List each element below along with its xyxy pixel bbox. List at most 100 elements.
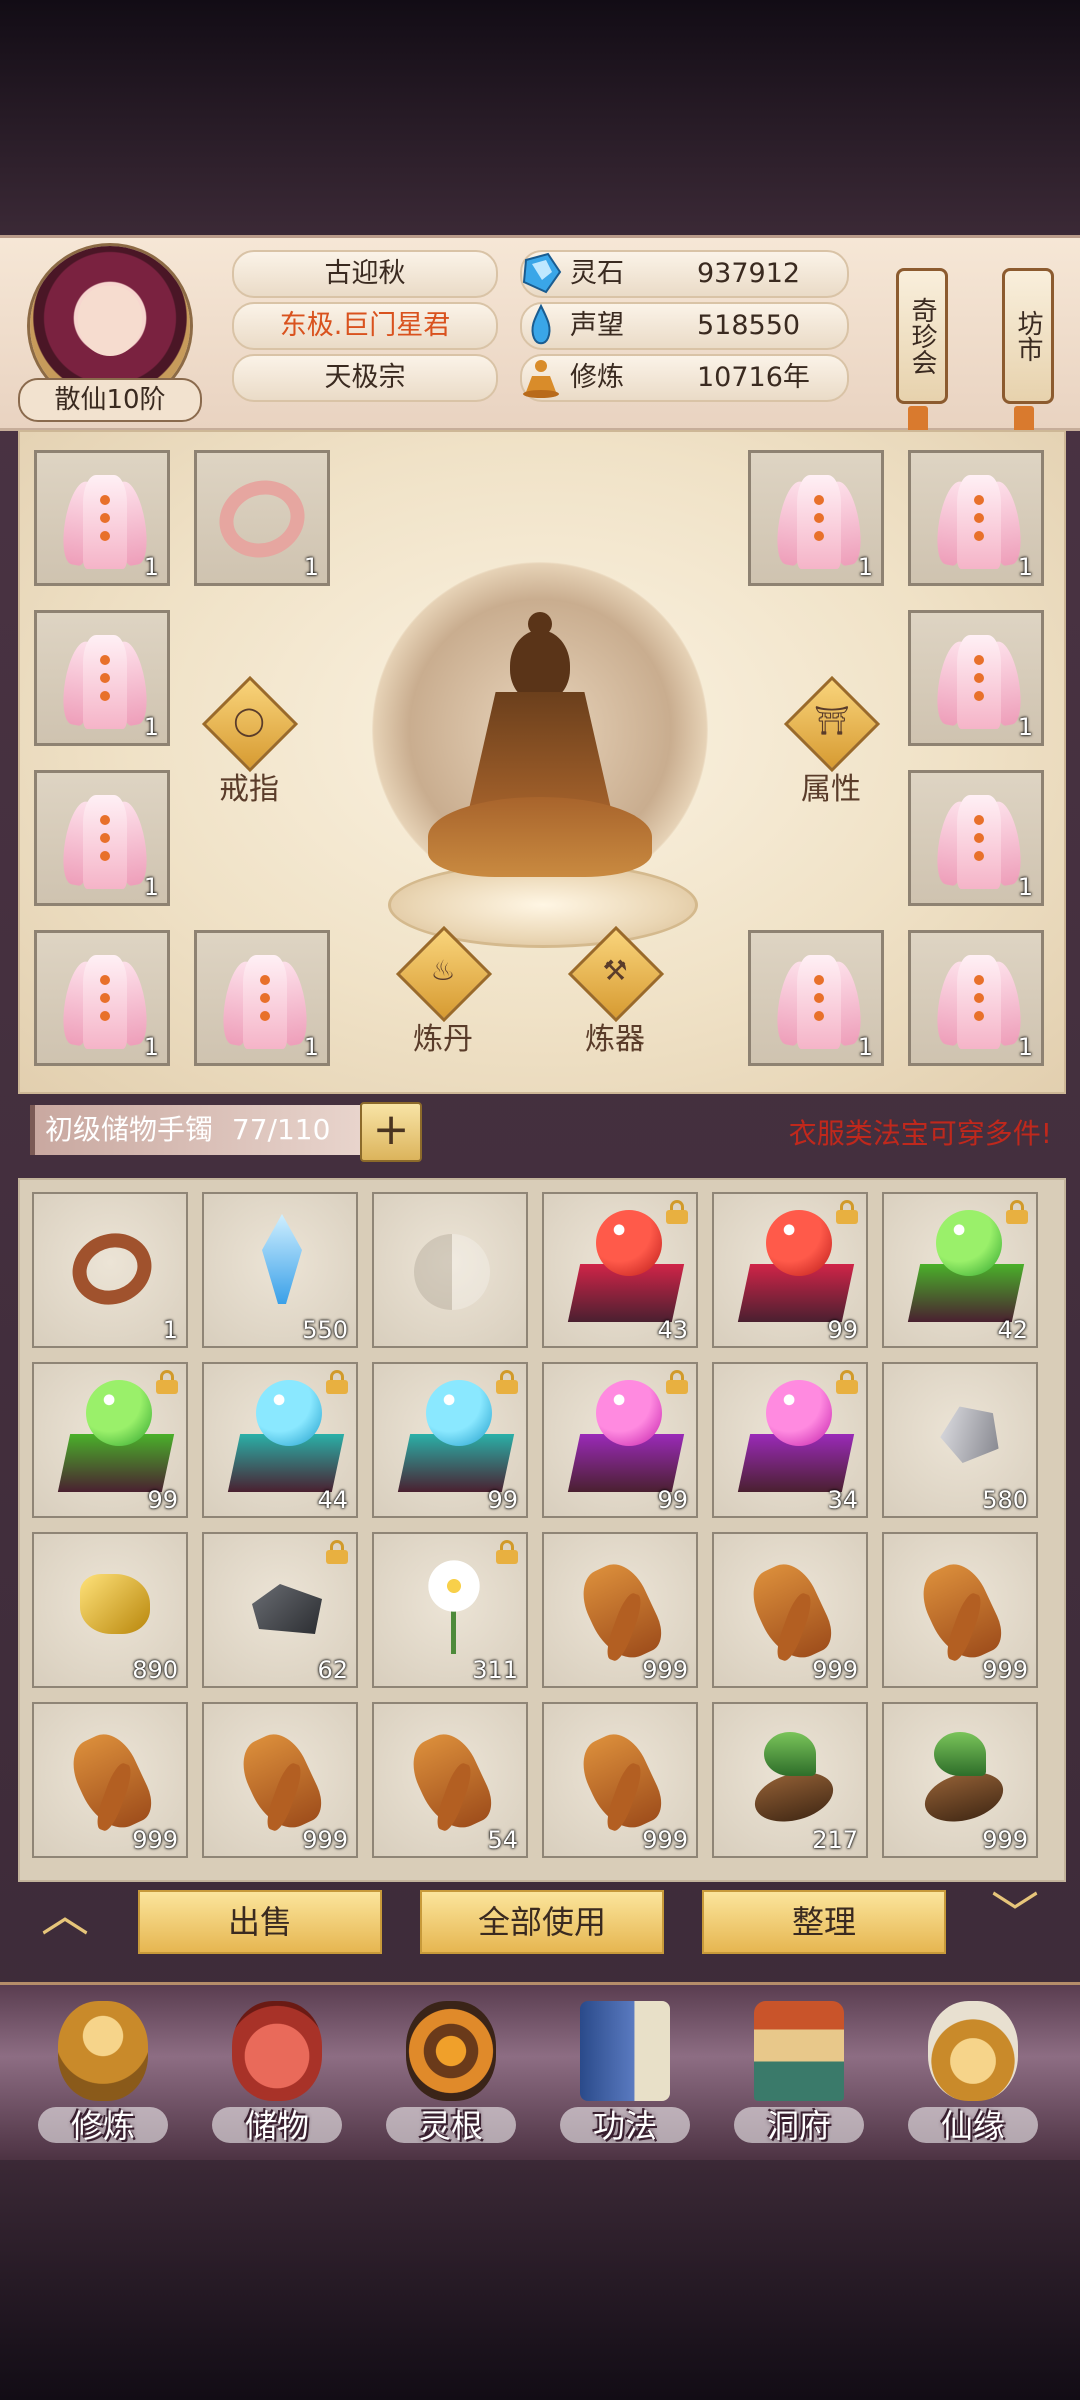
lock-icon <box>496 1370 518 1394</box>
hat-icon: ⛩ <box>814 704 850 737</box>
equip-slot[interactable]: 1 <box>908 450 1044 586</box>
expand-storage-button[interactable]: + <box>360 1102 422 1162</box>
item-count: 550 <box>302 1316 348 1344</box>
inventory-slot[interactable]: 999 <box>32 1702 188 1858</box>
forge-button-label: 炼器 <box>585 1022 645 1057</box>
player-sect[interactable]: 天极宗 <box>232 354 498 402</box>
equip-slot[interactable]: 1 <box>908 770 1044 906</box>
item-count: 44 <box>317 1486 348 1514</box>
inventory-slot[interactable]: 999 <box>542 1702 698 1858</box>
inventory-slot[interactable]: 99 <box>542 1362 698 1518</box>
item-count: 999 <box>982 1826 1028 1854</box>
inventory-slot[interactable]: 99 <box>32 1362 188 1518</box>
ring-button-label: 戒指 <box>219 772 279 807</box>
use-all-button[interactable]: 全部使用 <box>420 1890 664 1954</box>
pink-robe-icon <box>771 947 867 1051</box>
item-count: 999 <box>982 1656 1028 1684</box>
item-count: 1 <box>162 1316 178 1344</box>
leaf-herb-icon <box>934 1732 986 1776</box>
nav-label: 储物 <box>244 2107 309 2145</box>
player-name: 古迎秋 <box>232 250 498 298</box>
spirit-root-icon <box>406 2001 496 2101</box>
pink-robe-icon <box>57 627 153 731</box>
item-count: 1 <box>303 553 319 581</box>
sort-button[interactable]: 整理 <box>702 1890 946 1954</box>
alchemy-button[interactable]: ♨ 炼丹 <box>395 925 493 1057</box>
market-tab[interactable]: 坊市 <box>1002 268 1054 404</box>
equipment-panel: 1 1 1 1 1 1 1 1 1 1 1 1 ◯ 戒指 ⛩ 属性 ♨ 炼丹 ⚒… <box>18 430 1066 1094</box>
resource-value: 518550 <box>697 310 801 341</box>
item-count: 999 <box>812 1656 858 1684</box>
item-count: 99 <box>827 1316 858 1344</box>
cauldron-icon: ♨ <box>430 954 456 987</box>
equip-slot[interactable]: 1 <box>194 930 330 1066</box>
nav-cultivation[interactable]: 修炼 <box>28 1995 178 2155</box>
pink-robe-icon <box>771 467 867 571</box>
inventory-slot[interactable]: 311 <box>372 1532 528 1688</box>
sell-button[interactable]: 出售 <box>138 1890 382 1954</box>
equip-slot[interactable]: 1 <box>34 930 170 1066</box>
inventory-slot[interactable]: 999 <box>202 1702 358 1858</box>
leaf-herb-icon <box>764 1732 816 1776</box>
dark-rock-icon <box>252 1584 322 1634</box>
inventory-slot[interactable]: 999 <box>882 1702 1038 1858</box>
avatar-face <box>78 286 142 356</box>
equip-slot[interactable]: 1 <box>34 610 170 746</box>
inventory-slot[interactable]: 999 <box>712 1532 868 1688</box>
bottom-nav: 修炼 储物 灵根 功法 洞府 仙缘 <box>0 1982 1080 2168</box>
equip-slot[interactable]: 1 <box>34 450 170 586</box>
inventory-slot[interactable]: 43 <box>542 1192 698 1348</box>
pink-robe-icon <box>931 627 1027 731</box>
equip-slot[interactable]: 1 <box>748 450 884 586</box>
forge-button[interactable]: ⚒ 炼器 <box>567 925 665 1057</box>
prestige-drop-icon <box>531 303 551 345</box>
nav-technique[interactable]: 功法 <box>550 1995 700 2155</box>
inventory-slot[interactable]: 999 <box>542 1532 698 1688</box>
inventory-slot[interactable]: 217 <box>712 1702 868 1858</box>
equip-slot[interactable]: 1 <box>908 610 1044 746</box>
inventory-slot[interactable]: 580 <box>882 1362 1038 1518</box>
lock-icon <box>666 1200 688 1224</box>
equip-slot[interactable]: 1 <box>194 450 330 586</box>
nav-label: 仙缘 <box>940 2107 1005 2145</box>
inventory-slot[interactable]: 42 <box>882 1192 1038 1348</box>
inventory-slot[interactable] <box>372 1192 528 1348</box>
inventory-slot[interactable]: 999 <box>882 1532 1038 1688</box>
game-screen: 散仙10阶 古迎秋 东极.巨门星君 天极宗 灵石 937912 声望 51855… <box>0 0 1080 2400</box>
inventory-slot[interactable]: 62 <box>202 1532 358 1688</box>
scroll-down-arrow-icon[interactable]: ﹀ <box>980 1890 1050 1940</box>
item-count: 1 <box>857 553 873 581</box>
scroll-up-arrow-icon[interactable]: ︿ <box>30 1890 100 1940</box>
item-count: 1 <box>143 1033 159 1061</box>
inventory-slot[interactable]: 890 <box>32 1532 188 1688</box>
resource-cultivation: 修炼 10716年 <box>520 354 849 402</box>
ring-button[interactable]: ◯ 戒指 <box>201 675 299 807</box>
inventory-slot[interactable]: 99 <box>372 1362 528 1518</box>
pink-robe-icon <box>57 467 153 571</box>
equip-slot[interactable]: 1 <box>34 770 170 906</box>
inventory-slot[interactable]: 550 <box>202 1192 358 1348</box>
ring-icon <box>62 1222 162 1316</box>
resource-prestige: 声望 518550 <box>520 302 849 350</box>
equip-slot[interactable]: 1 <box>748 930 884 1066</box>
attributes-button[interactable]: ⛩ 属性 <box>783 675 881 807</box>
nav-spirit-root[interactable]: 灵根 <box>376 1995 526 2155</box>
bottom-backdrop <box>0 2160 1080 2400</box>
inventory-slot[interactable]: 99 <box>712 1192 868 1348</box>
nav-storage[interactable]: 储物 <box>202 1995 352 2155</box>
inventory-slot[interactable]: 44 <box>202 1362 358 1518</box>
nav-cave-mansion[interactable]: 洞府 <box>724 1995 874 2155</box>
inventory-slot[interactable]: 34 <box>712 1362 868 1518</box>
nav-fortune[interactable]: 仙缘 <box>898 1995 1048 2155</box>
equip-slot[interactable]: 1 <box>908 930 1044 1066</box>
player-title[interactable]: 东极.巨门星君 <box>232 302 498 350</box>
spirit-stone-icon <box>522 252 562 294</box>
inventory-slot[interactable]: 54 <box>372 1702 528 1858</box>
treasure-fair-tab[interactable]: 奇珍会 <box>896 268 948 404</box>
item-count: 1 <box>303 1033 319 1061</box>
inventory-slot[interactable]: 1 <box>32 1192 188 1348</box>
cave-mansion-icon <box>754 2001 844 2101</box>
pink-robe-icon <box>931 467 1027 571</box>
item-count: 1 <box>1017 1033 1033 1061</box>
gold-ore-icon <box>80 1574 150 1634</box>
